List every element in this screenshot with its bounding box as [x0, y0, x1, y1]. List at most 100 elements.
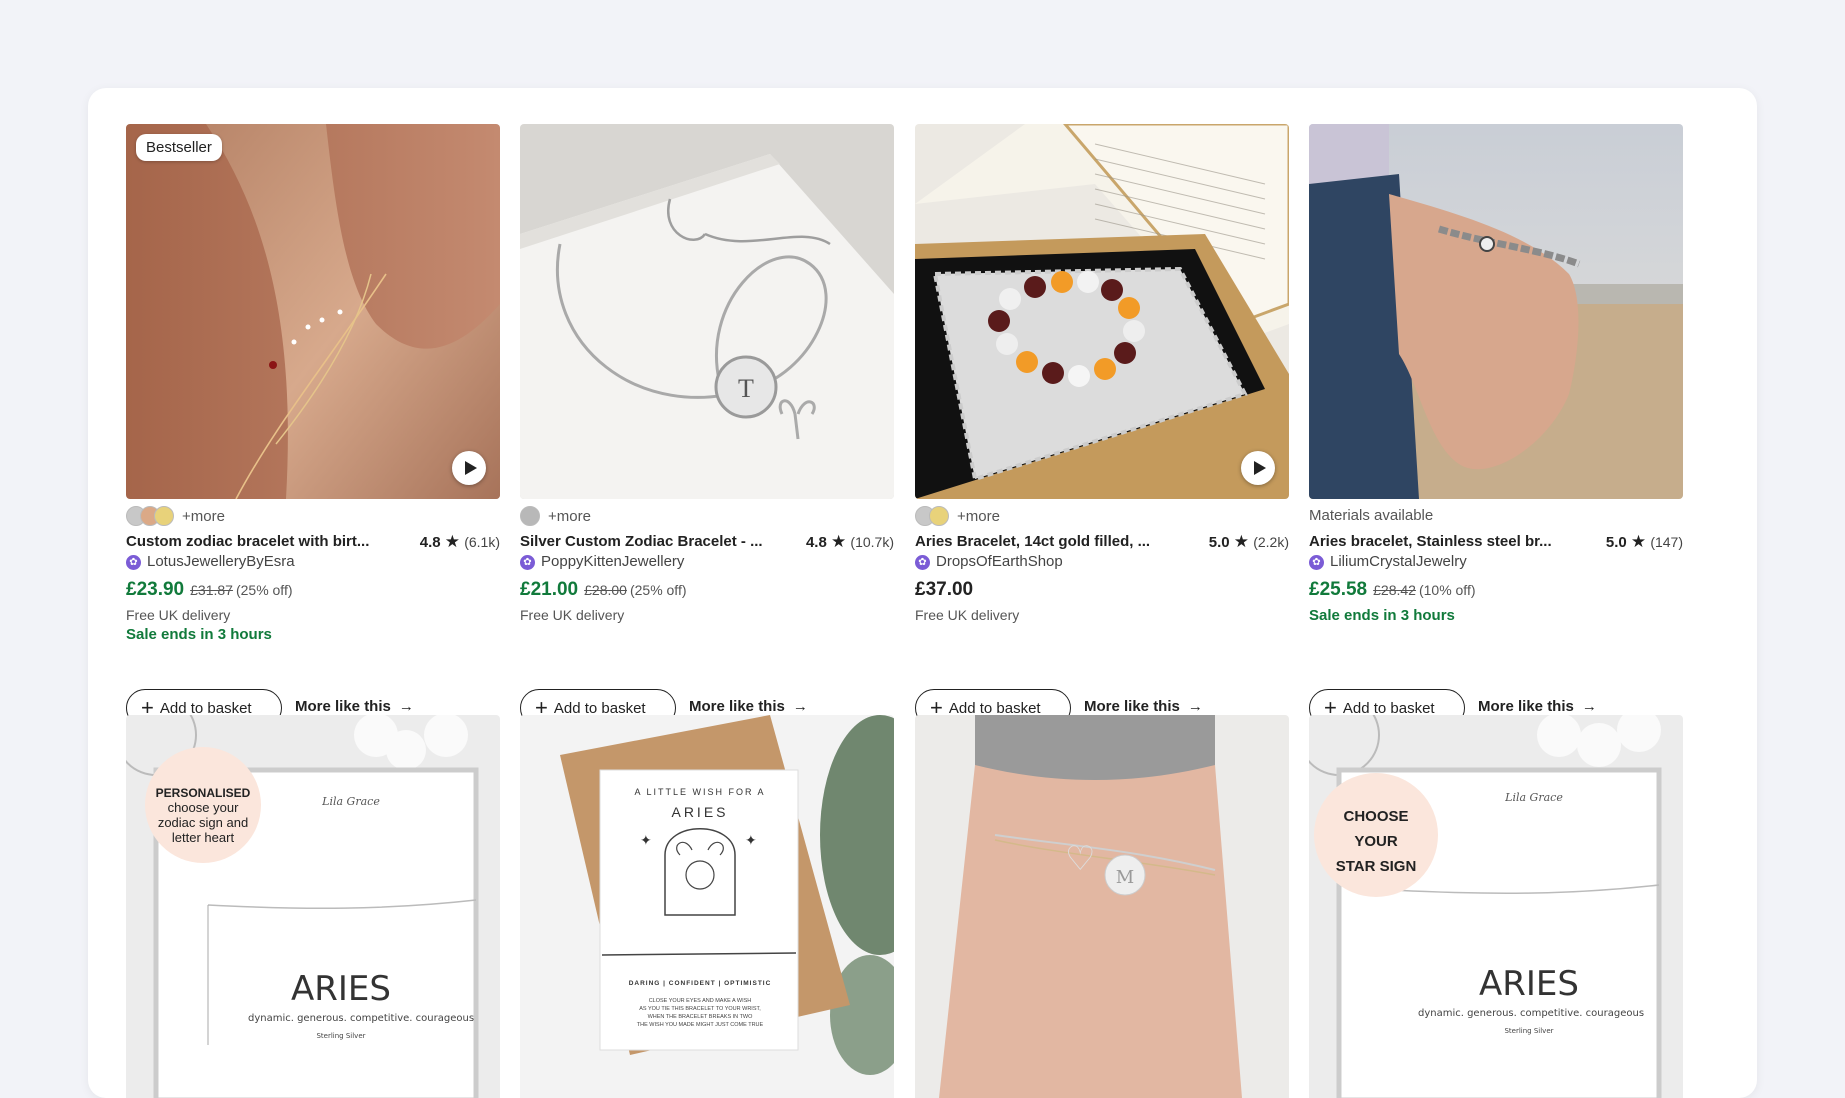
listing-image-1[interactable]: Bestseller — [126, 124, 500, 499]
price-block: £37.00 — [915, 579, 973, 601]
more-like-this-link[interactable]: More like this → — [1084, 698, 1203, 715]
rating: 4.8 ★ (10.7k) — [806, 532, 894, 553]
star-icon: ★ — [831, 532, 847, 551]
svg-text:✦: ✦ — [640, 832, 652, 848]
sale-price: £23.90 — [126, 579, 185, 600]
card-traits: DARING | CONFIDENT | OPTIMISTIC — [629, 980, 772, 987]
rating-value: 4.8 — [805, 534, 827, 551]
star-seller-icon: ✿ — [915, 554, 930, 570]
price: £37.00 — [915, 579, 974, 600]
discount: (10% off) — [1418, 582, 1476, 598]
review-count: (6.1k) — [464, 534, 500, 550]
product-sign-text: ARIES — [291, 969, 391, 1009]
rating: 5.0 ★ (147) — [1606, 532, 1683, 553]
card-verse-4: THE WISH YOU MADE MIGHT JUST COME TRUE — [637, 1022, 764, 1028]
results-panel: Bestseller +more Custom zodiac bracelet … — [88, 88, 1757, 1098]
card-verse-3: WHEN THE BRACELET BREAKS IN TWO — [648, 1014, 754, 1020]
listing-image-3[interactable] — [915, 124, 1289, 499]
review-count: (2.2k) — [1253, 534, 1289, 550]
more-like-this-label: More like this — [1478, 698, 1574, 715]
swatch-silver — [520, 506, 540, 526]
price-block: £25.58 £28.42 (10% off) — [1309, 579, 1476, 601]
variant-swatches: +more — [915, 505, 1000, 527]
card-verse-2: AS YOU TIE THIS BRACELET TO YOUR WRIST, — [639, 1006, 761, 1012]
rating-value: 4.8 — [419, 534, 441, 551]
callout-line-1: PERSONALISED — [156, 786, 251, 800]
shop-name[interactable]: LiliumCrystalJewelry — [1330, 552, 1467, 572]
more-like-this-link[interactable]: More like this → — [689, 698, 808, 715]
listing-title[interactable]: Aries bracelet, Stainless steel br... — [1309, 532, 1561, 552]
more-variants: +more — [182, 507, 225, 525]
delivery-info: Free UK delivery — [520, 607, 625, 623]
rating-value: 5.0 — [1605, 534, 1627, 551]
review-count: (10.7k) — [850, 534, 894, 550]
callout-line-2: YOUR — [1354, 833, 1398, 850]
add-to-basket-label: Add to basket — [1342, 699, 1435, 717]
price-block: £21.00 £28.00 (25% off) — [520, 579, 687, 601]
bestseller-badge: Bestseller — [136, 134, 222, 161]
listing-title[interactable]: Custom zodiac bracelet with birt... — [126, 532, 378, 552]
star-icon: ★ — [444, 532, 461, 551]
shop-name[interactable]: DropsOfEarthShop — [936, 552, 1063, 572]
add-to-basket-label: Add to basket — [553, 699, 646, 717]
more-like-this-label: More like this — [1084, 698, 1180, 715]
listing-title[interactable]: Silver Custom Zodiac Bracelet - ... — [520, 532, 772, 552]
discount: (25% off) — [235, 582, 293, 598]
listing-image-4[interactable] — [1309, 124, 1683, 499]
original-price: £31.87 — [190, 582, 233, 598]
add-to-basket-label: Add to basket — [948, 699, 1041, 717]
svg-text:✦: ✦ — [745, 832, 757, 848]
rating: 5.0 ★ (2.2k) — [1209, 532, 1289, 553]
listing-image-7[interactable]: ♡ M — [915, 715, 1289, 1098]
delivery-info: Free UK delivery — [126, 607, 231, 623]
card-heading: A LITTLE WISH FOR A — [634, 787, 765, 797]
callout-line-4: letter heart — [172, 830, 235, 845]
arrow-right-icon: → — [398, 698, 414, 715]
listing-image-5[interactable]: Lila Grace ARIES dynamic. generous. comp… — [126, 715, 500, 1098]
more-variants: +more — [548, 507, 591, 525]
more-like-this-link[interactable]: More like this → — [295, 698, 414, 715]
listing-image-6[interactable]: A LITTLE WISH FOR A ARIES ✦ ✦ DARING | C… — [520, 715, 894, 1098]
shop-name[interactable]: PoppyKittenJewellery — [541, 552, 684, 572]
rating: 4.8 ★ (6.1k) — [420, 532, 500, 553]
swatch-gold — [929, 506, 949, 526]
arrow-right-icon: → — [1581, 698, 1597, 715]
callout-line-2: choose your — [168, 800, 239, 815]
shop-name[interactable]: LotusJewelleryByEsra — [147, 552, 295, 572]
callout-line-1: CHOOSE — [1343, 808, 1408, 825]
sale-countdown: Sale ends in 3 hours — [126, 626, 272, 643]
product-sign-text: ARIES — [1479, 964, 1579, 1004]
card-sign: ARIES — [671, 804, 728, 820]
callout-line-3: STAR SIGN — [1336, 858, 1417, 875]
traits-text: dynamic. generous. competitive. courageo… — [1418, 1008, 1644, 1019]
listing-image-8[interactable]: Lila Grace ARIES dynamic. generous. comp… — [1309, 715, 1683, 1098]
play-video-icon[interactable] — [1241, 451, 1275, 485]
star-icon: ★ — [1233, 532, 1250, 551]
more-like-this-label: More like this — [295, 698, 391, 715]
brand-script: Lila Grace — [1504, 791, 1563, 804]
more-like-this-link[interactable]: More like this → — [1478, 698, 1597, 715]
sale-countdown: Sale ends in 3 hours — [1309, 607, 1455, 624]
star-seller-icon: ✿ — [126, 554, 141, 570]
more-variants: +more — [957, 507, 1000, 525]
review-count: (147) — [1650, 534, 1683, 550]
arrow-right-icon: → — [792, 698, 808, 715]
price-block: £23.90 £31.87 (25% off) — [126, 579, 293, 601]
add-to-basket-label: Add to basket — [159, 699, 252, 717]
discount: (25% off) — [629, 582, 687, 598]
variant-swatches: +more — [126, 505, 225, 527]
listing-title[interactable]: Aries Bracelet, 14ct gold filled, ... — [915, 532, 1167, 552]
sale-price: £25.58 — [1309, 579, 1368, 600]
metal-text: Sterling Silver — [316, 1032, 365, 1040]
brand-script: Lila Grace — [321, 795, 380, 808]
charm-letter: M — [1116, 867, 1134, 888]
star-icon: ★ — [1630, 532, 1647, 551]
listing-image-2[interactable]: T — [520, 124, 894, 499]
variant-swatches: +more — [520, 505, 591, 527]
play-video-icon[interactable] — [452, 451, 486, 485]
traits-text: dynamic. generous. competitive. courageo… — [248, 1013, 474, 1024]
delivery-info: Free UK delivery — [915, 607, 1020, 623]
metal-text: Sterling Silver — [1504, 1027, 1553, 1035]
callout-line-3: zodiac sign and — [158, 815, 248, 830]
star-seller-icon: ✿ — [1309, 554, 1324, 570]
